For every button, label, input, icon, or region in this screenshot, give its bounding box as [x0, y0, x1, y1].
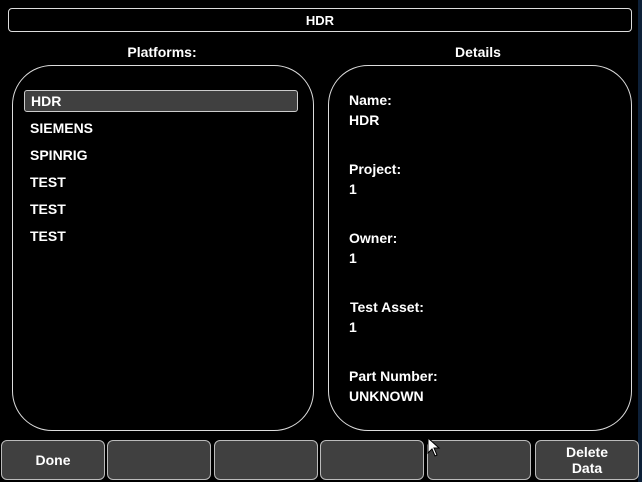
field-name: Name: HDR: [349, 92, 438, 161]
platforms-list[interactable]: HDR SIEMENS SPINRIG TEST TEST TEST: [24, 90, 298, 252]
title: HDR: [305, 12, 335, 28]
empty-button-4[interactable]: [320, 440, 424, 480]
field-test-asset: Test Asset: 1: [349, 299, 438, 368]
window-edge: [638, 0, 642, 482]
delete-label-line2: Data: [571, 460, 603, 476]
field-owner: Owner: 1: [349, 230, 438, 299]
delete-data-button[interactable]: Delete Data: [535, 440, 639, 480]
details-header: Details: [455, 44, 501, 60]
field-value: 1: [349, 319, 357, 335]
delete-label-line1: Delete: [565, 444, 609, 460]
platform-item[interactable]: SIEMENS: [24, 117, 298, 139]
field-part-number: Part Number: UNKNOWN: [349, 368, 438, 437]
field-label: Test Asset:: [350, 299, 424, 315]
field-value: HDR: [349, 112, 380, 128]
platform-item[interactable]: HDR: [24, 90, 298, 112]
empty-button-3[interactable]: [214, 440, 318, 480]
done-button[interactable]: Done: [1, 440, 105, 480]
mouse-cursor-icon: [427, 437, 441, 457]
field-value: 1: [349, 181, 357, 197]
empty-button-5[interactable]: [427, 440, 531, 480]
field-value: 1: [349, 250, 357, 266]
platforms-header: Platforms:: [127, 44, 197, 60]
platform-item[interactable]: TEST: [24, 171, 298, 193]
field-label: Project:: [349, 161, 402, 177]
field-label: Name:: [349, 92, 392, 108]
details-fields: Name: HDR Project: 1 Owner: 1 Test Asset: 1 …: [349, 92, 438, 437]
delete-data-label: Delete Data: [566, 444, 608, 476]
platform-item[interactable]: TEST: [24, 198, 298, 220]
platform-item[interactable]: TEST: [24, 225, 298, 247]
title-bar: HDR: [8, 8, 632, 32]
field-value: UNKNOWN: [349, 388, 424, 404]
field-label: Owner:: [349, 230, 398, 246]
empty-button-2[interactable]: [107, 440, 211, 480]
done-label: Done: [35, 452, 71, 468]
field-label: Part Number:: [349, 368, 438, 384]
platform-item[interactable]: SPINRIG: [24, 144, 298, 166]
field-project: Project: 1: [349, 161, 438, 230]
